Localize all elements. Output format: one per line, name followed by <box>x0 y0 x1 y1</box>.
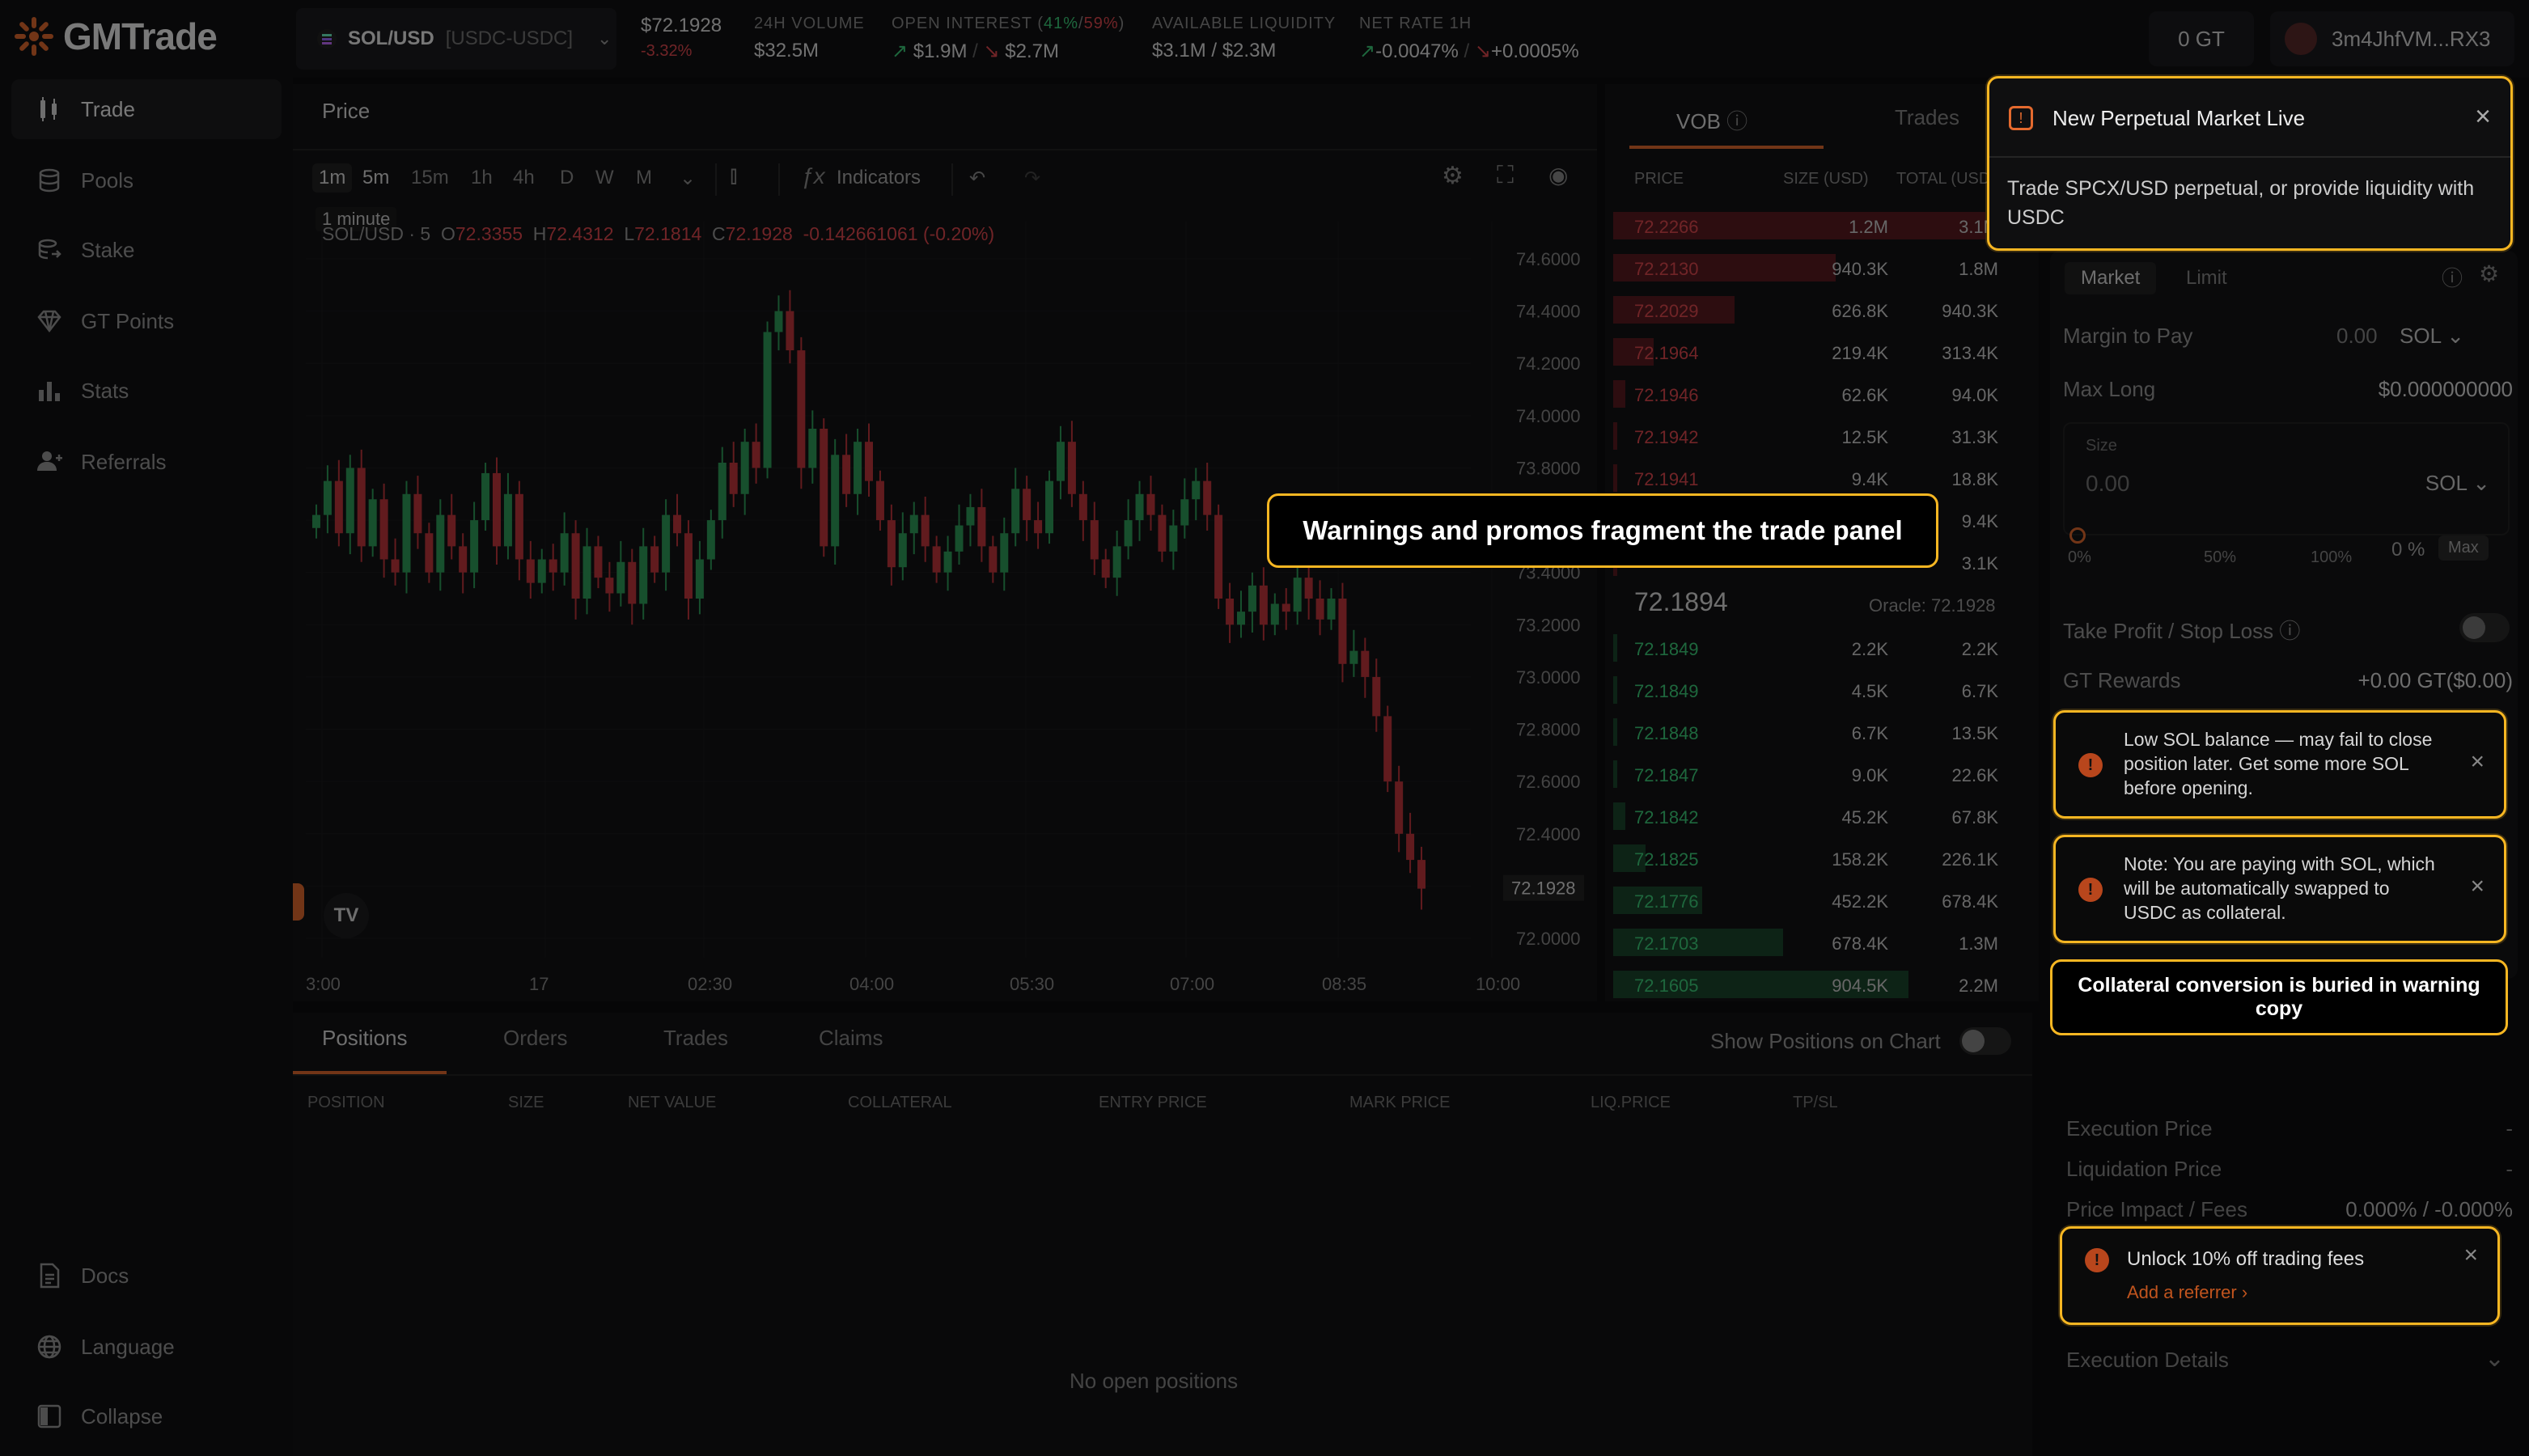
annotation-callout-panel: Warnings and promos fragment the trade p… <box>1267 493 1938 568</box>
close-icon[interactable]: × <box>2470 748 2485 776</box>
collateral-swap-warning: ! Note: You are paying with SOL, which w… <box>2053 835 2506 943</box>
warning-icon: ! <box>2078 878 2103 902</box>
close-icon[interactable]: × <box>2463 1242 2478 1269</box>
low-balance-warning: ! Low SOL balance — may fail to close po… <box>2053 710 2506 819</box>
annotation-callout-collateral: Collateral conversion is buried in warni… <box>2050 959 2508 1035</box>
warning-icon: ! <box>2085 1248 2109 1272</box>
referral-promo: ! Unlock 10% off trading fees Add a refe… <box>2060 1226 2500 1325</box>
close-icon[interactable]: × <box>2475 101 2491 133</box>
warning-text: Note: You are paying with SOL, which wil… <box>2124 853 2435 923</box>
megaphone-icon: ! <box>2009 106 2033 130</box>
add-referrer-link[interactable]: Add a referrer › <box>2127 1282 2247 1303</box>
close-icon[interactable]: × <box>2470 873 2485 900</box>
new-market-toast: ! New Perpetual Market Live × Trade SPCX… <box>1987 76 2513 251</box>
warning-text: Low SOL balance — may fail to close posi… <box>2124 729 2433 798</box>
promo-link-label: Add a referrer <box>2127 1282 2237 1302</box>
toast-body: Trade SPCX/USD perpetual, or provide liq… <box>2007 177 2475 229</box>
warning-icon: ! <box>2078 753 2103 777</box>
toast-title: New Perpetual Market Live <box>2052 106 2306 130</box>
promo-title: Unlock 10% off trading fees <box>2127 1248 2365 1270</box>
